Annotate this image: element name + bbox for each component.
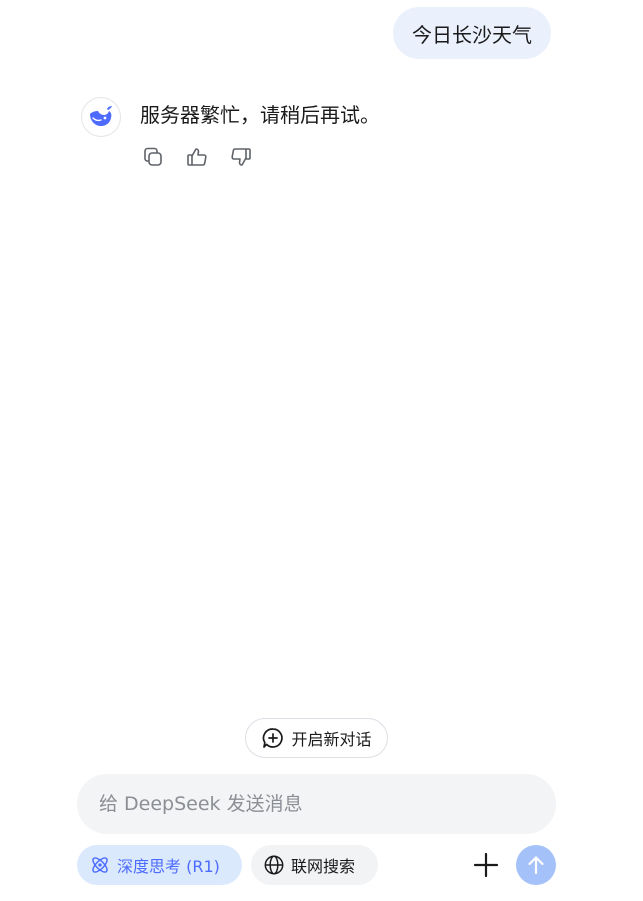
new-chat-button[interactable]: 开启新对话 <box>245 718 388 758</box>
web-search-label: 联网搜索 <box>291 857 356 876</box>
dislike-button[interactable] <box>228 144 254 170</box>
new-chat-label: 开启新对话 <box>291 730 372 749</box>
deepseek-whale-icon <box>90 106 112 126</box>
plus-icon <box>473 852 499 878</box>
assistant-message-text: 服务器繁忙，请稍后再试。 <box>140 102 380 127</box>
arrow-up-icon <box>528 856 544 875</box>
chat-plus-icon <box>263 728 284 748</box>
like-button[interactable] <box>184 144 210 170</box>
copy-button[interactable] <box>140 144 166 170</box>
message-actions <box>140 144 254 170</box>
web-search-toggle[interactable]: 联网搜索 <box>251 845 378 885</box>
deep-think-label: 深度思考 (R1) <box>117 857 220 876</box>
copy-icon <box>144 147 162 166</box>
globe-icon <box>264 855 284 875</box>
user-message-bubble: 今日长沙天气 <box>393 7 551 59</box>
assistant-avatar <box>81 97 121 137</box>
message-input[interactable] <box>97 792 536 816</box>
send-button[interactable] <box>516 845 556 885</box>
message-input-container <box>77 774 556 834</box>
atom-icon <box>92 857 108 873</box>
user-message-text: 今日长沙天气 <box>412 22 532 47</box>
thumbs-down-icon <box>231 148 251 166</box>
deep-think-toggle[interactable]: 深度思考 (R1) <box>77 845 242 885</box>
attach-button[interactable] <box>470 848 502 882</box>
thumbs-up-icon <box>187 148 207 166</box>
